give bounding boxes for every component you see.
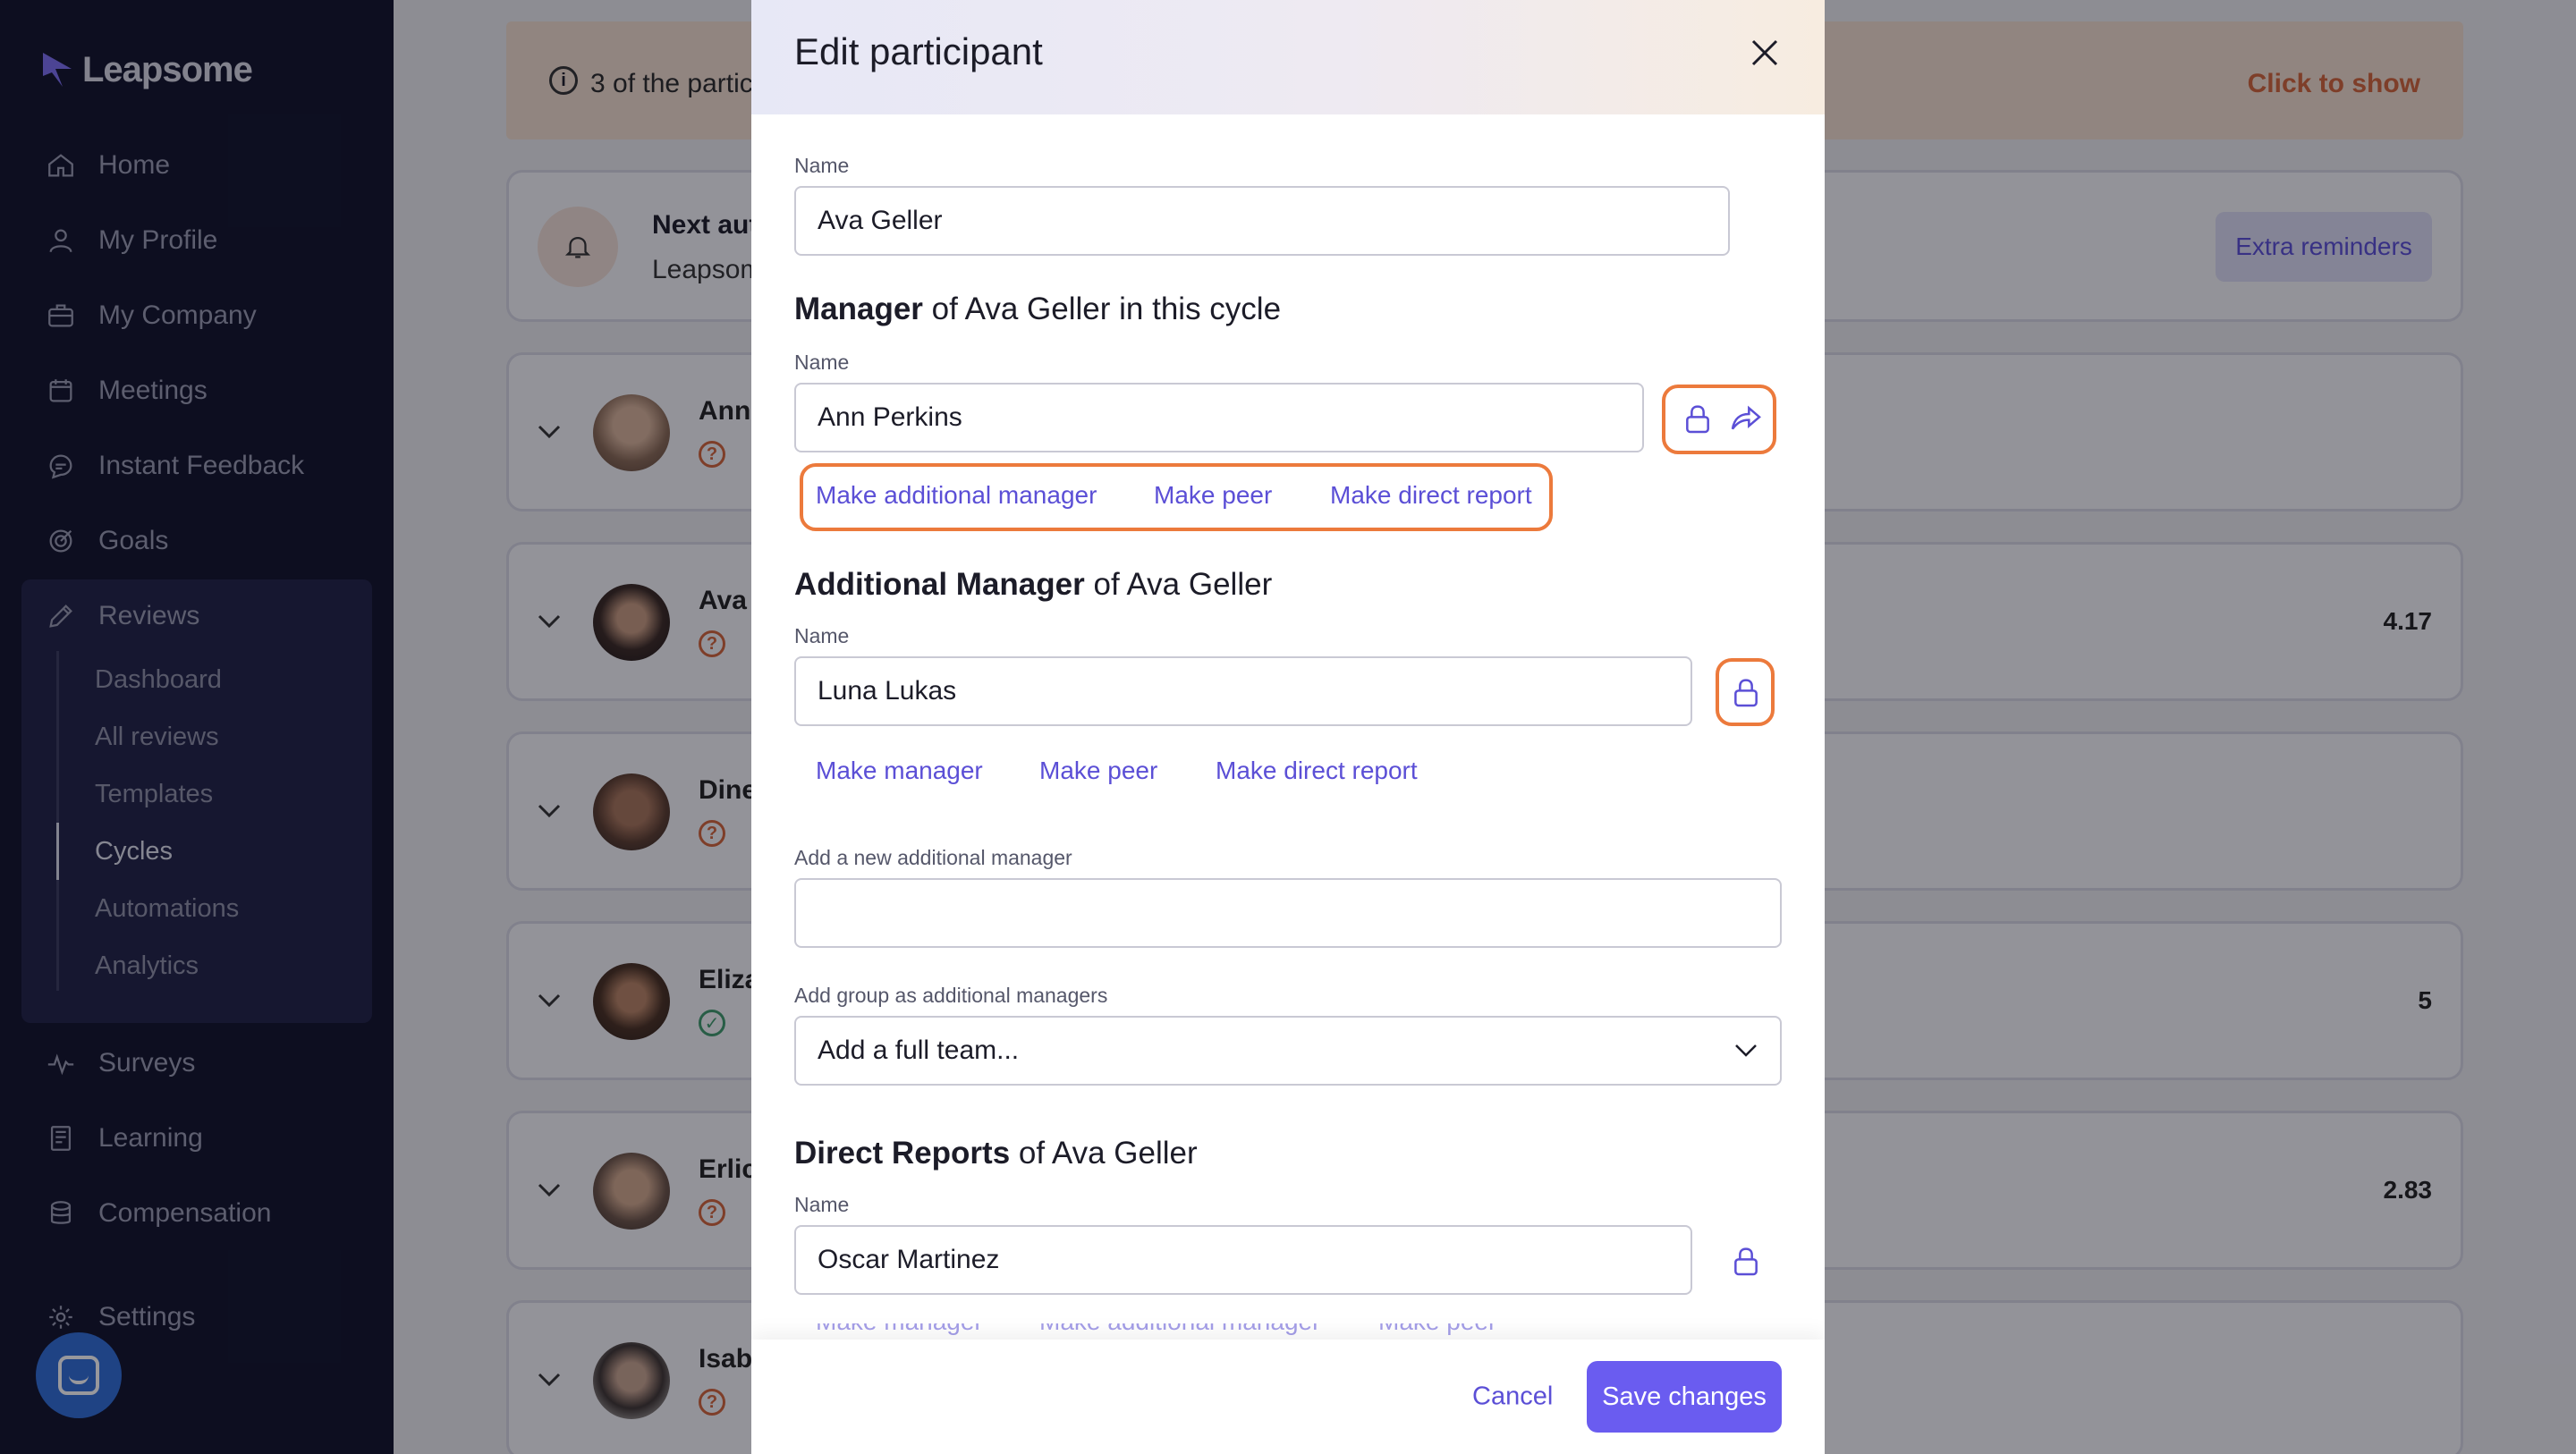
participant-name-input[interactable]: Ava Geller	[794, 186, 1730, 256]
additional-manager-name-label: Name	[794, 624, 850, 647]
share-forward-icon[interactable]	[1726, 399, 1766, 438]
make-additional-manager-link[interactable]: Make additional manager	[1039, 1323, 1320, 1336]
direct-reports-heading-rest: of Ava Geller	[1010, 1136, 1198, 1171]
manager-heading: Manager of Ava Geller in this cycle	[794, 292, 1281, 327]
manager-name-input[interactable]: Ann Perkins	[794, 383, 1644, 452]
edit-participant-modal: Edit participant Name Ava Geller Manager…	[751, 0, 1825, 1454]
additional-manager-heading-rest: of Ava Geller	[1084, 567, 1273, 602]
add-additional-manager-label: Add a new additional manager	[794, 846, 1072, 869]
add-group-select-value: Add a full team...	[818, 1036, 1020, 1065]
add-group-label: Add group as additional managers	[794, 984, 1108, 1007]
direct-report-name-input[interactable]: Oscar Martinez	[794, 1225, 1692, 1295]
make-manager-link[interactable]: Make manager	[816, 1323, 983, 1336]
save-changes-button[interactable]: Save changes	[1587, 1361, 1782, 1433]
make-additional-manager-link[interactable]: Make additional manager	[816, 481, 1097, 510]
make-peer-link[interactable]: Make peer	[1154, 481, 1272, 510]
make-direct-report-link[interactable]: Make direct report	[1216, 757, 1418, 785]
name-label: Name	[794, 154, 850, 177]
modal-footer: Cancel Save changes	[751, 1340, 1825, 1454]
lock-icon[interactable]	[1726, 672, 1766, 712]
chevron-down-icon	[1735, 1044, 1757, 1057]
close-icon[interactable]	[1746, 34, 1784, 72]
add-group-select[interactable]: Add a full team...	[794, 1016, 1782, 1086]
modal-header: Edit participant	[751, 0, 1825, 114]
cancel-button[interactable]: Cancel	[1472, 1382, 1553, 1412]
additional-manager-heading-bold: Additional Manager	[794, 567, 1085, 602]
make-manager-link[interactable]: Make manager	[816, 757, 983, 785]
lock-icon[interactable]	[1726, 1241, 1766, 1281]
modal-title: Edit participant	[794, 30, 1043, 72]
make-direct-report-link[interactable]: Make direct report	[1330, 481, 1532, 510]
manager-heading-bold: Manager	[794, 292, 923, 326]
additional-manager-heading: Additional Manager of Ava Geller	[794, 567, 1272, 603]
manager-heading-rest: of Ava Geller in this cycle	[922, 292, 1282, 326]
manager-name-label: Name	[794, 351, 850, 374]
additional-manager-name-input[interactable]: Luna Lukas	[794, 656, 1692, 726]
direct-reports-heading-bold: Direct Reports	[794, 1136, 1011, 1171]
add-additional-manager-input[interactable]	[794, 878, 1782, 948]
make-peer-link[interactable]: Make peer	[1378, 1323, 1496, 1336]
direct-reports-heading: Direct Reports of Ava Geller	[794, 1136, 1198, 1171]
direct-report-name-label: Name	[794, 1193, 850, 1216]
make-peer-link[interactable]: Make peer	[1039, 757, 1157, 785]
lock-icon[interactable]	[1678, 399, 1717, 438]
